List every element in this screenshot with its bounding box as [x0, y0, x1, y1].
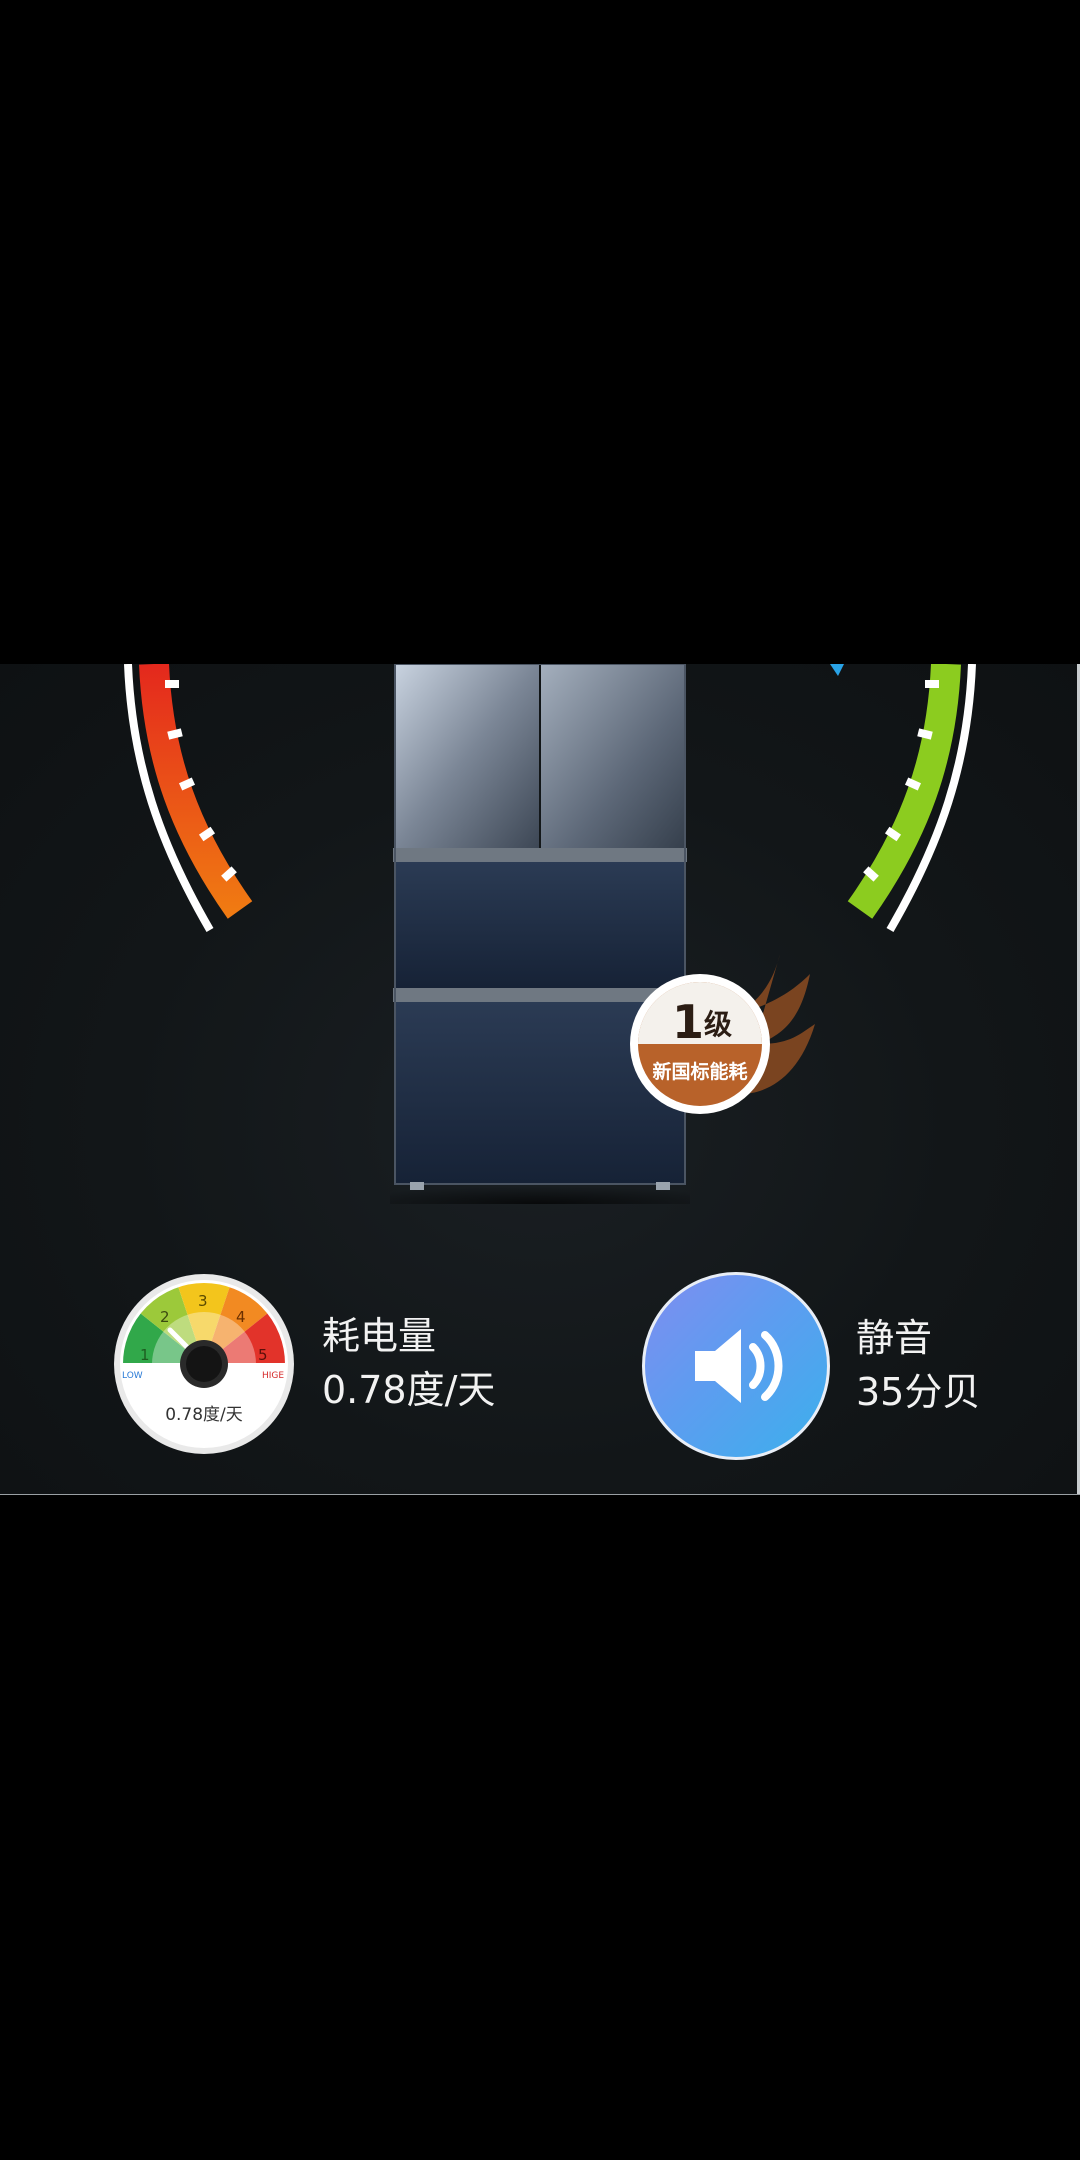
gauge-caption: 0.78度/天	[165, 1405, 243, 1425]
gauge-low-label: LOW	[122, 1371, 143, 1381]
right-arc-decoration	[830, 664, 976, 933]
gauge-tick-4: 4	[236, 1308, 246, 1326]
energy-rank-suffix: 级	[704, 1008, 732, 1041]
left-arc-decoration	[124, 664, 253, 933]
energy-title: 耗电量	[322, 1314, 437, 1358]
gauge-tick-3: 3	[198, 1292, 208, 1310]
energy-gauge-icon: 1 2 3 4 5 LOW HIGE 0.78度/天	[112, 1272, 296, 1456]
energy-value: 0.78度/天	[322, 1368, 496, 1412]
noise-value: 35分贝	[856, 1370, 981, 1414]
gauge-high-label: HIGE	[262, 1371, 284, 1381]
gauge-tick-5: 5	[258, 1346, 268, 1364]
video-viewer: 1 级 新国标能耗 1 2 3 4 5 LOW HIGE 0.78度/天 耗电量…	[0, 0, 1080, 2160]
energy-consumption-stat: 1 2 3 4 5 LOW HIGE 0.78度/天 耗电量 0.78度/天	[112, 1272, 495, 1456]
speaker-icon	[642, 1272, 830, 1460]
gauge-tick-2: 2	[160, 1308, 170, 1326]
energy-rank: 1	[672, 995, 704, 1049]
video-frame[interactable]: 1 级 新国标能耗 1 2 3 4 5 LOW HIGE 0.78度/天 耗电量…	[0, 664, 1080, 1495]
noise-level-stat: 静音 35分贝	[642, 1272, 980, 1460]
noise-text: 静音 35分贝	[856, 1312, 980, 1420]
energy-badge-subtitle: 新国标能耗	[652, 1060, 747, 1083]
noise-title: 静音	[856, 1316, 933, 1360]
energy-text: 耗电量 0.78度/天	[322, 1310, 495, 1418]
gauge-tick-1: 1	[140, 1346, 150, 1364]
energy-class-badge: 1 级 新国标能耗	[630, 954, 815, 1114]
